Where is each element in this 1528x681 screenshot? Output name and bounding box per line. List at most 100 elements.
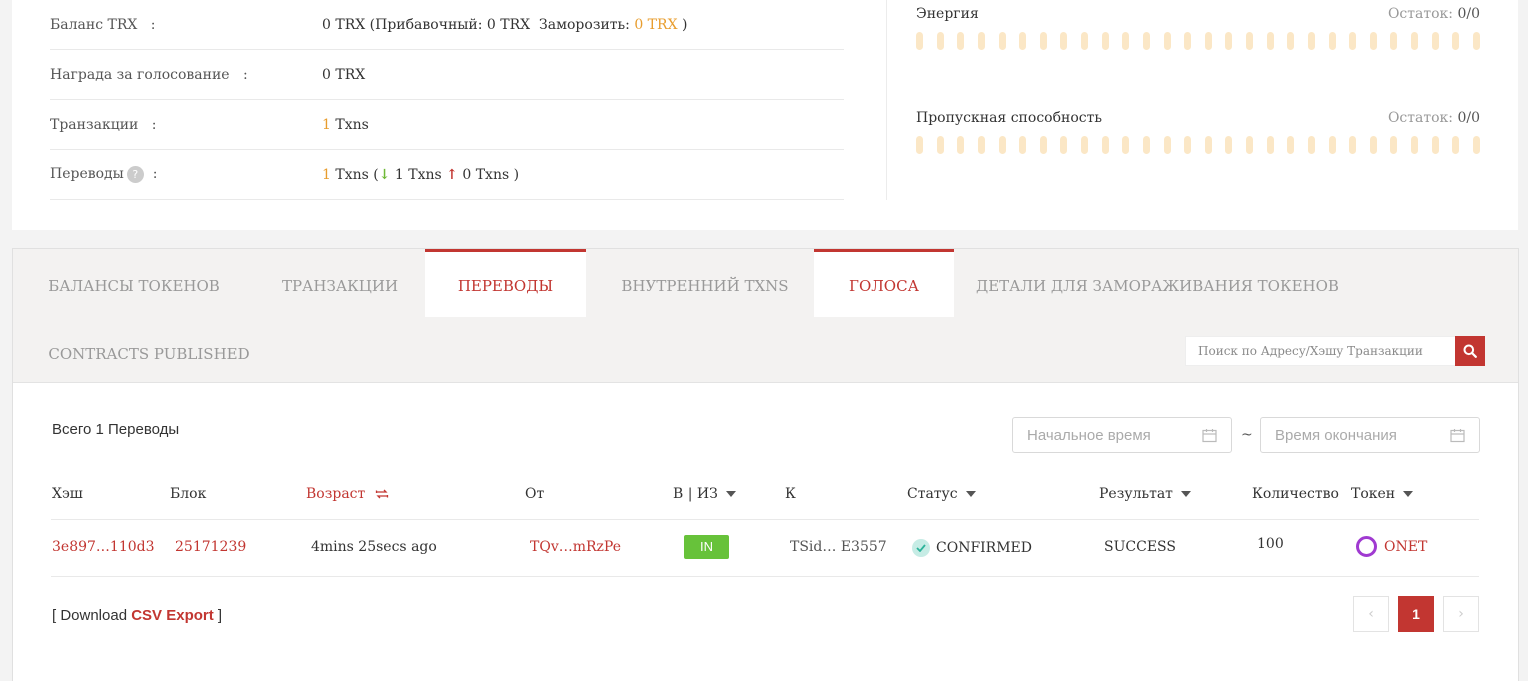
tab-contracts-published[interactable]: CONTRACTS PUBLISHED — [13, 317, 285, 385]
row-from[interactable]: TQv…mRzPe — [530, 539, 621, 555]
prev-page-button[interactable]: ‹ — [1353, 596, 1389, 632]
transfers-count[interactable]: 1 — [322, 167, 331, 183]
bar-segment — [1307, 32, 1315, 50]
bar-segment — [1411, 136, 1418, 154]
column-direction[interactable]: В | ИЗ — [673, 486, 736, 502]
transfers-close: ) — [513, 166, 520, 183]
bar-segment — [1369, 32, 1377, 50]
bar-segment — [1081, 32, 1088, 50]
bar-segment — [916, 32, 923, 50]
column-from: От — [525, 486, 545, 502]
bar-segment — [1266, 136, 1274, 154]
chevron-down-icon[interactable] — [965, 491, 976, 497]
transactions-row: Транзакции : 1 Txns — [50, 100, 844, 150]
balance-value: 0 TRX (Прибавочный: 0 TRX Заморозить: — [322, 16, 635, 33]
row-block[interactable]: 25171239 — [175, 539, 246, 555]
bandwidth-remaining-label: Остаток: — [1387, 110, 1454, 126]
balance-row: Баланс TRX : 0 TRX (Прибавочный: 0 TRX З… — [50, 0, 844, 50]
chevron-down-icon[interactable] — [1403, 491, 1414, 497]
tab-bar: БАЛАНСЫ ТОКЕНОВ ТРАНЗАКЦИИ ПЕРЕВОДЫ ВНУТ… — [13, 249, 1518, 383]
bar-segment — [1266, 32, 1274, 50]
column-token[interactable]: Токен — [1351, 486, 1414, 502]
bar-segment — [1246, 136, 1253, 154]
download-close: ] — [213, 607, 223, 624]
column-status[interactable]: Статус — [907, 486, 976, 502]
row-token[interactable]: ONET — [1356, 536, 1427, 557]
date-range-separator: ~ — [1241, 427, 1253, 443]
chevron-down-icon[interactable] — [1180, 491, 1191, 497]
bar-segment — [1184, 136, 1192, 154]
search-input[interactable] — [1185, 336, 1455, 366]
transfers-out: 0 Txns — [462, 166, 510, 183]
energy-remaining-value: 0/0 — [1457, 6, 1480, 22]
column-divider — [886, 0, 887, 200]
bar-segment — [1163, 32, 1171, 50]
column-age[interactable]: Возраст — [306, 486, 389, 502]
bar-segment — [1328, 136, 1336, 154]
bar-segment — [1204, 32, 1212, 50]
reward-sep: : — [242, 66, 248, 83]
bar-segment — [1019, 136, 1027, 154]
bar-segment — [998, 32, 1006, 50]
bar-segment — [1163, 136, 1171, 154]
tab-transfers[interactable]: ПЕРЕВОДЫ — [425, 249, 586, 317]
account-info-table: Баланс TRX : 0 TRX (Прибавочный: 0 TRX З… — [50, 0, 844, 200]
next-page-button[interactable]: › — [1443, 596, 1479, 632]
column-to: К — [785, 486, 796, 502]
column-status-label: Статус — [907, 486, 958, 502]
bar-segment — [1307, 136, 1315, 154]
bar-segment — [1225, 136, 1233, 154]
bar-segment — [1431, 136, 1439, 154]
onet-token-icon — [1356, 536, 1377, 557]
transfers-label: Переводы — [50, 166, 124, 182]
search-button[interactable] — [1455, 336, 1485, 366]
column-direction-label: В | ИЗ — [673, 486, 718, 502]
bar-segment — [1431, 32, 1439, 50]
bandwidth-block: Пропускная способность Остаток: 0/0 — [916, 110, 1480, 154]
download-open: [ Download — [52, 607, 132, 624]
bar-segment — [1452, 136, 1460, 154]
bandwidth-bar — [916, 136, 1480, 154]
transactions-count[interactable]: 1 — [322, 117, 331, 133]
csv-export-link[interactable]: CSV Export — [131, 607, 214, 624]
chevron-down-icon[interactable] — [725, 491, 736, 497]
balance-close: ) — [677, 16, 688, 33]
start-date-picker[interactable]: Начальное время — [1012, 417, 1232, 453]
balance-sep: : — [150, 16, 156, 33]
energy-bar — [916, 32, 1480, 50]
bar-segment — [1349, 136, 1357, 154]
row-to[interactable]: TSid… E3557 — [790, 539, 887, 555]
bar-segment — [1060, 136, 1068, 154]
bar-segment — [1060, 32, 1068, 50]
calendar-icon — [1202, 428, 1217, 442]
column-result-label: Результат — [1099, 486, 1173, 502]
tab-internal-txns[interactable]: ВНУТРЕННИЙ TXNS — [586, 249, 824, 317]
bar-segment — [1369, 136, 1377, 154]
column-token-label: Токен — [1351, 486, 1396, 502]
start-date-placeholder: Начальное время — [1027, 426, 1151, 444]
end-date-picker[interactable]: Время окончания — [1260, 417, 1480, 453]
bar-segment — [1142, 136, 1150, 154]
bar-segment — [1081, 136, 1088, 154]
energy-label: Энергия — [916, 6, 979, 22]
bar-segment — [1142, 32, 1150, 50]
tab-token-balances[interactable]: БАЛАНСЫ ТОКЕНОВ — [13, 249, 255, 317]
bar-segment — [957, 136, 965, 154]
header-divider — [51, 519, 1479, 520]
transactions-label: Транзакции — [50, 116, 139, 133]
tab-transactions[interactable]: ТРАНЗАКЦИИ — [255, 249, 425, 317]
tab-votes[interactable]: ГОЛОСА — [814, 249, 954, 317]
page-1-button[interactable]: 1 — [1398, 596, 1434, 632]
tab-frozen-token-details[interactable]: ДЕТАЛИ ДЛЯ ЗАМОРАЖИВАНИЯ ТОКЕНОВ — [954, 249, 1361, 317]
row-hash[interactable]: 3e897…110d3 — [52, 539, 155, 555]
column-result[interactable]: Результат — [1099, 486, 1191, 502]
bar-segment — [1184, 32, 1192, 50]
bar-segment — [1328, 32, 1336, 50]
direction-badge: IN — [684, 535, 729, 559]
swap-icon[interactable] — [375, 488, 389, 500]
help-icon[interactable]: ? — [126, 166, 144, 183]
bar-segment — [977, 32, 985, 50]
bar-segment — [1472, 136, 1480, 154]
download-csv: [ Download CSV Export ] — [52, 607, 222, 624]
bar-segment — [957, 32, 965, 50]
